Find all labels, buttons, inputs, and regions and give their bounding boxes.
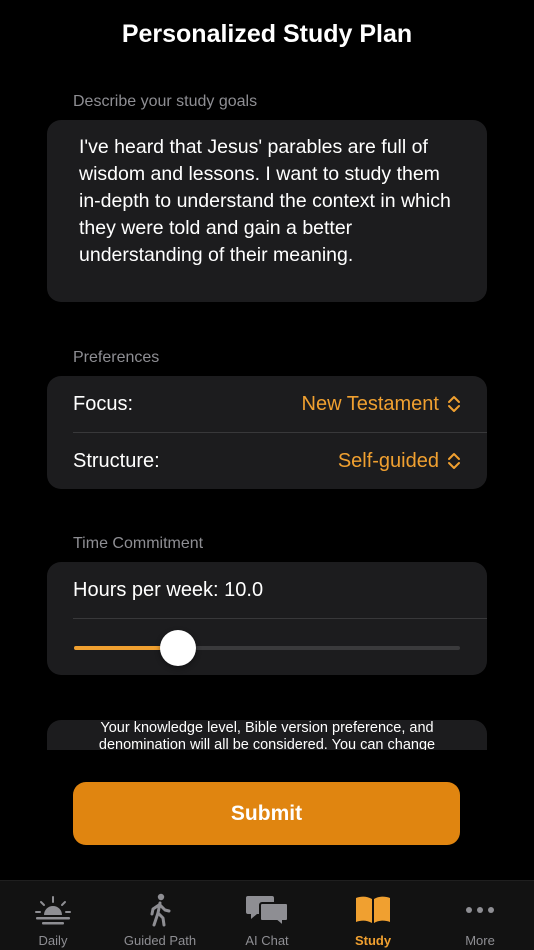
structure-value: Self-guided bbox=[337, 449, 439, 472]
preferences-section-label: Preferences bbox=[73, 349, 160, 366]
focus-row: Focus: New Testament bbox=[73, 376, 461, 432]
page-title: Personalized Study Plan bbox=[121, 20, 413, 48]
goals-text: I've heard that Jesus' parables are full… bbox=[79, 136, 457, 266]
tab-study[interactable]: Study bbox=[343, 881, 403, 950]
sunrise-icon bbox=[33, 893, 73, 927]
slider-thumb[interactable] bbox=[160, 630, 197, 666]
focus-picker[interactable]: New Testament bbox=[302, 393, 461, 416]
walking-figure-icon bbox=[146, 893, 174, 927]
tab-daily[interactable]: Daily bbox=[23, 881, 83, 950]
open-book-icon bbox=[355, 893, 391, 927]
structure-label: Structure: bbox=[73, 449, 160, 472]
tab-bar: Daily Guided Path AI Chat Study More bbox=[0, 880, 534, 950]
tab-label: Daily bbox=[38, 933, 68, 948]
focus-value: New Testament bbox=[301, 392, 439, 415]
structure-picker[interactable]: Self-guided bbox=[338, 450, 461, 473]
hours-slider[interactable] bbox=[74, 630, 460, 666]
ellipsis-icon bbox=[465, 893, 495, 927]
tab-more[interactable]: More bbox=[450, 881, 510, 950]
time-commitment-card: Hours per week: 10.0 bbox=[47, 562, 487, 675]
structure-row: Structure: Self-guided bbox=[73, 433, 461, 489]
tab-ai-chat[interactable]: AI Chat bbox=[237, 881, 297, 950]
tab-guided-path[interactable]: Guided Path bbox=[120, 881, 200, 950]
info-note-text: Your knowledge level, Bible version pref… bbox=[98, 720, 436, 750]
time-section-label: Time Commitment bbox=[73, 535, 204, 552]
chevron-up-down-icon bbox=[448, 396, 460, 412]
tab-label: AI Chat bbox=[245, 933, 289, 948]
submit-button[interactable]: Submit bbox=[73, 782, 460, 845]
tab-label: More bbox=[465, 933, 495, 948]
goals-textarea[interactable]: I've heard that Jesus' parables are full… bbox=[47, 120, 487, 302]
preferences-card: Focus: New Testament Structure: Self-gui… bbox=[47, 376, 487, 489]
chat-bubbles-icon bbox=[245, 893, 289, 927]
tab-label: Guided Path bbox=[123, 933, 197, 948]
tab-label: Study bbox=[354, 933, 392, 948]
study-plan-screen: Personalized Study Plan Describe your st… bbox=[0, 0, 534, 950]
chevron-up-down-icon bbox=[448, 453, 460, 469]
hours-per-week-label: Hours per week: 10.0 bbox=[73, 578, 264, 601]
goals-section-label: Describe your study goals bbox=[73, 93, 258, 110]
focus-label: Focus: bbox=[73, 392, 134, 415]
info-note: Your knowledge level, Bible version pref… bbox=[47, 720, 487, 750]
divider bbox=[73, 618, 487, 619]
